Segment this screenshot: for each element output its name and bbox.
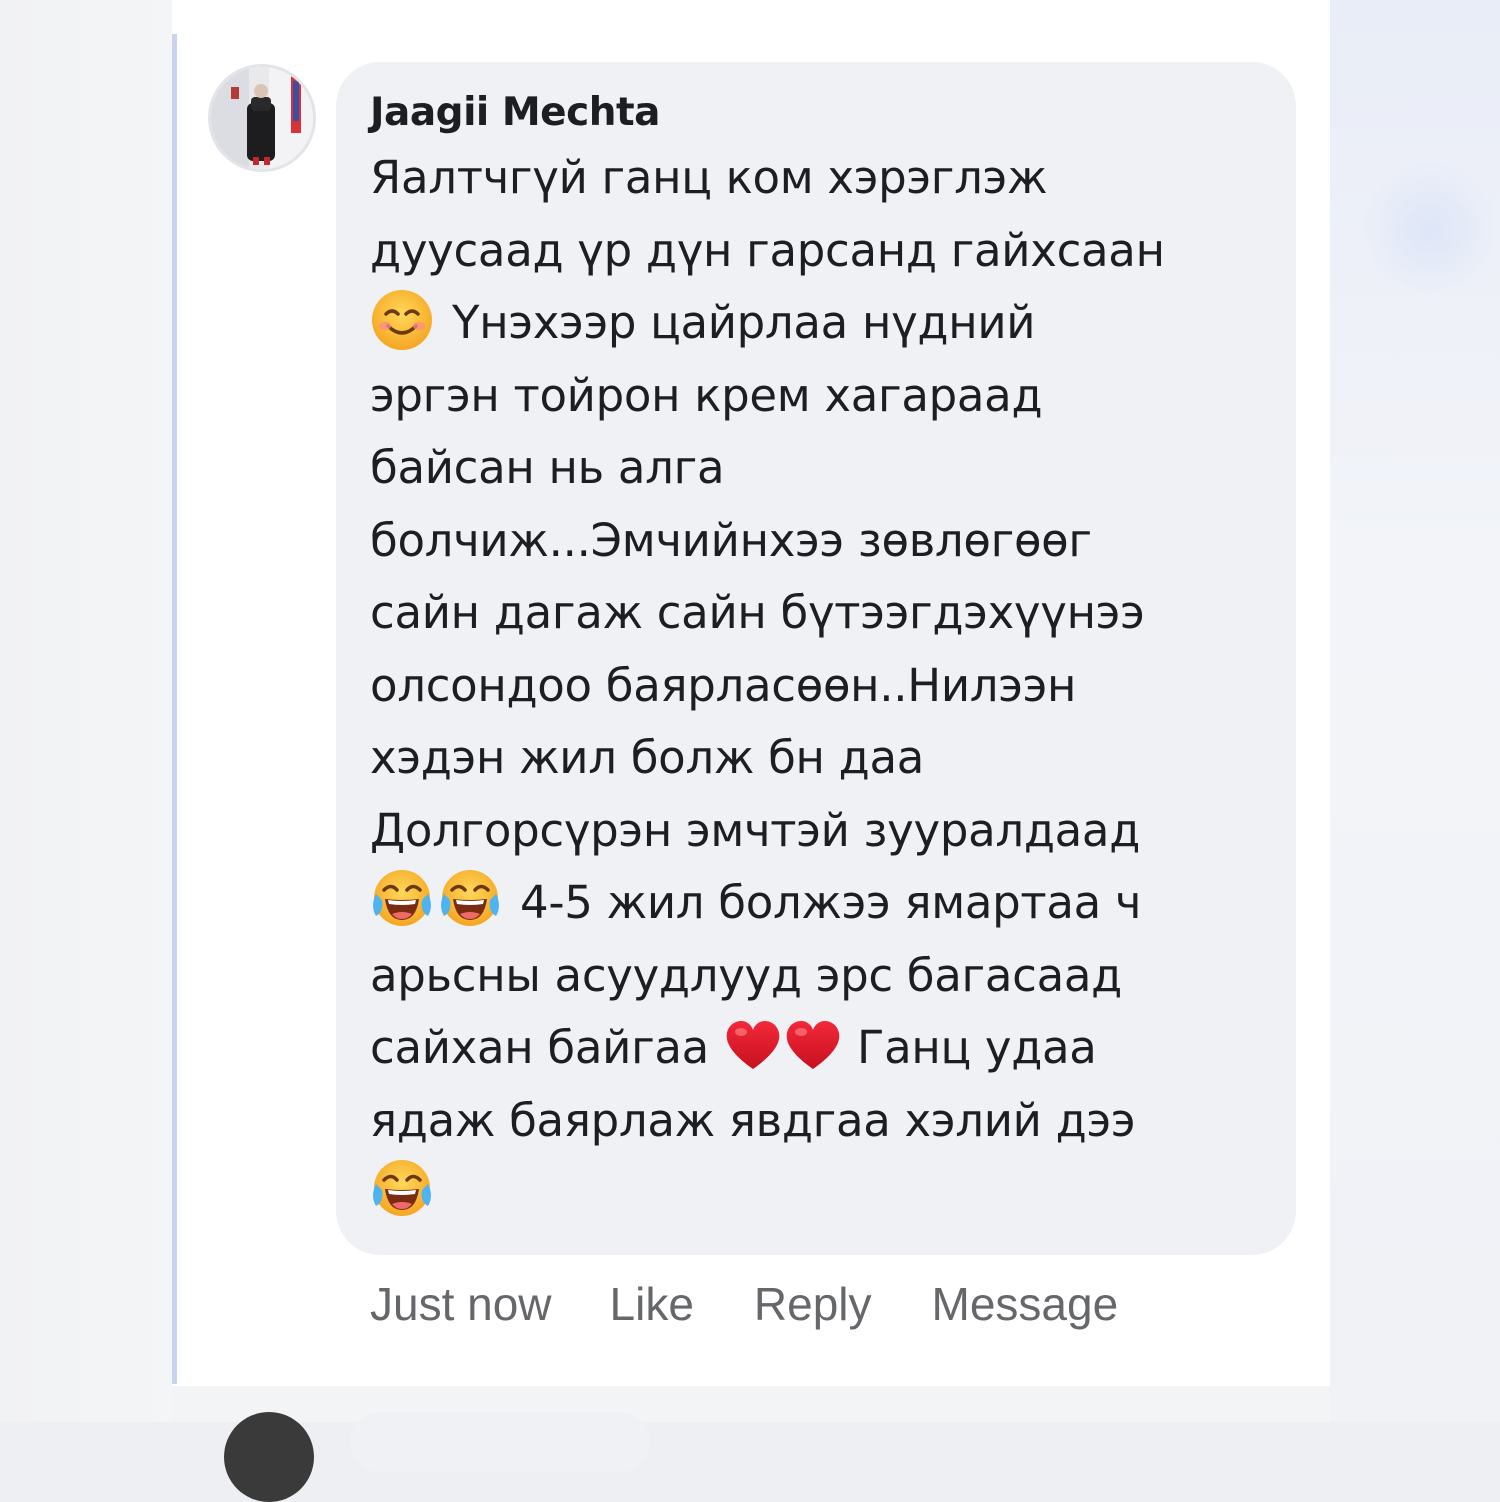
comment-line: арьсны асуудлууд эрс багасаад <box>370 948 1122 1002</box>
comments-feed: Jaagii Mechta Яалтчгүй ганц ком хэрэглэж… <box>172 0 1330 1502</box>
red-heart-emoji-icon <box>723 1015 783 1075</box>
right-background <box>1330 0 1500 1422</box>
like-button[interactable]: Like <box>610 1277 694 1331</box>
comment-line: болчиж...Эмчийнхээ зөвлөгөөг <box>370 513 1092 567</box>
avatar-photo <box>211 67 313 169</box>
comment-line: сайхан байгаа Ганц удаа <box>370 1012 1266 1085</box>
background-glow <box>1360 160 1500 300</box>
avatar[interactable] <box>208 64 316 172</box>
comment-line-text: Үнэхээр цайрлаа нүдний <box>452 296 1036 349</box>
next-comment-bubble <box>350 1412 650 1472</box>
face-with-tears-of-joy-emoji-icon <box>370 868 434 932</box>
comment-bubble: Jaagii Mechta Яалтчгүй ганц ком хэрэглэж… <box>336 62 1296 1255</box>
message-button[interactable]: Message <box>932 1277 1119 1331</box>
comment-line <box>370 1157 1266 1230</box>
red-heart-emoji-icon <box>783 1015 843 1075</box>
comment-line: дуусаад үр дүн гарсанд гайхсаан <box>370 223 1165 277</box>
timestamp[interactable]: Just now <box>370 1277 552 1331</box>
comment-line: олсондоо баярласөөн..Нилээн <box>370 658 1077 712</box>
comment-line: Яалтчгүй ганц ком хэрэглэж <box>370 151 1048 204</box>
comment-line: эргэн тойрон крем хагараад <box>370 368 1043 422</box>
smiling-face-emoji-icon <box>370 288 434 352</box>
face-with-tears-of-joy-emoji-icon <box>438 868 502 932</box>
reply-button[interactable]: Reply <box>754 1277 872 1331</box>
comment-line: 4-5 жил болжээ ямартаа ч <box>370 867 1266 940</box>
comment-actions: Just now Like Reply Message <box>370 1272 1178 1336</box>
face-with-tears-of-joy-emoji-icon <box>370 1158 434 1222</box>
author-name[interactable]: Jaagii Mechta <box>370 88 1266 142</box>
comment-line: Үнэхээр цайрлаа нүдний <box>370 287 1266 360</box>
thread-line <box>172 34 177 1384</box>
next-comment-avatar[interactable] <box>224 1412 314 1502</box>
comment-line: Долгорсүрэн эмчтэй зууралдаад <box>370 803 1141 857</box>
comment-line-text: 4-5 жил болжээ ямартаа ч <box>520 876 1142 929</box>
comment-text: Яалтчгүй ганц ком хэрэглэж дуусаад үр дү… <box>370 142 1266 1230</box>
comment-line: хэдэн жил болж бн даа <box>370 731 925 784</box>
left-background <box>0 0 172 1422</box>
comment-line-text: сайхан байгаа <box>370 1021 709 1074</box>
comment-line: ядаж баярлаж явдгаа хэлий дээ <box>370 1093 1136 1147</box>
comment-line-text: Ганц удаа <box>857 1021 1097 1074</box>
comment-line: сайн дагаж сайн бүтээгдэхүүнээ <box>370 586 1145 639</box>
comment-line: байсан нь алга <box>370 441 725 494</box>
feed-separator <box>172 1386 1330 1422</box>
